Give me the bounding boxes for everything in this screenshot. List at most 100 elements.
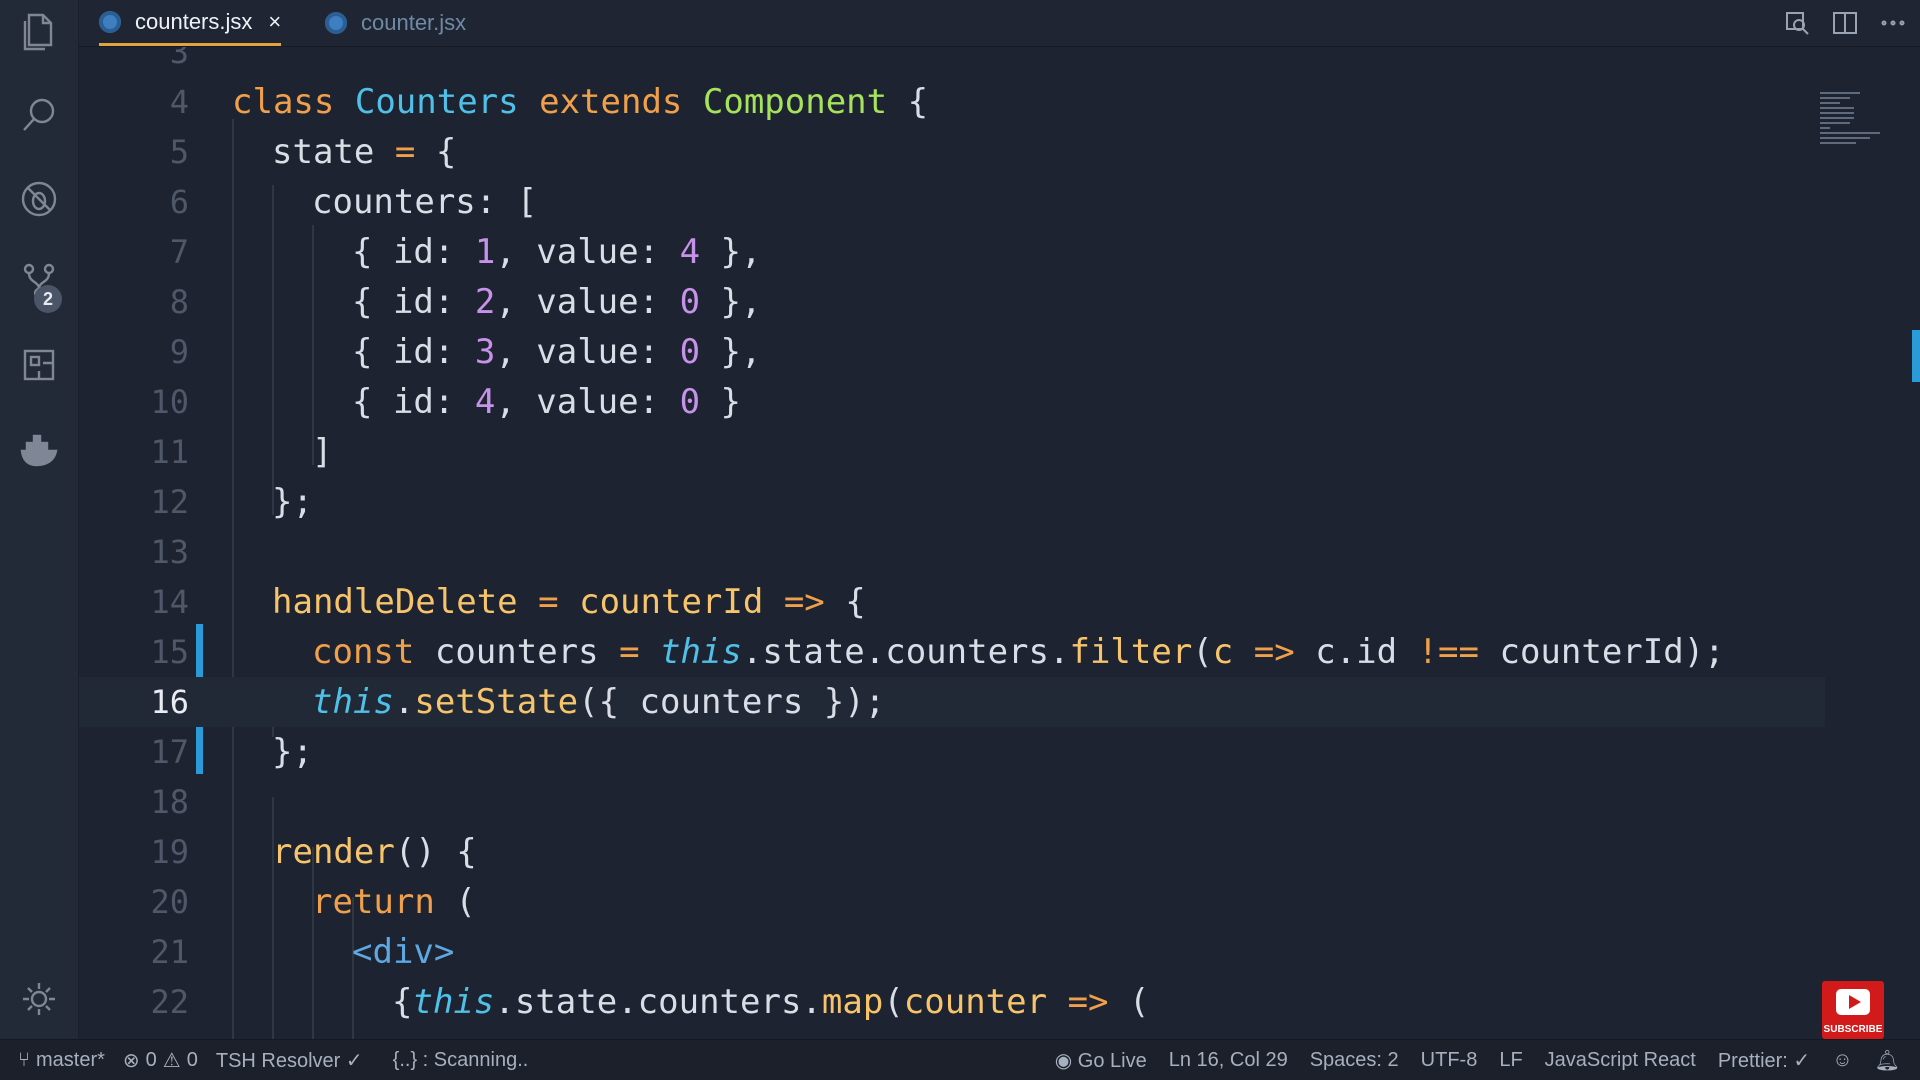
warning-icon: ⚠: [162, 1049, 181, 1072]
tab-label: counters.jsx: [135, 8, 253, 34]
tsh-resolver[interactable]: TSH Resolver ✓: [216, 1048, 363, 1073]
source-control-icon[interactable]: 2: [0, 250, 78, 313]
code-line: 8 { id: 2, value: 0 },: [79, 277, 1920, 327]
minimap[interactable]: [1820, 92, 1900, 172]
token: , value:: [495, 332, 660, 372]
files-icon[interactable]: [0, 0, 78, 62]
line-number: 9: [169, 333, 189, 371]
indentation[interactable]: Spaces: 2: [1310, 1049, 1399, 1072]
more-actions-icon[interactable]: [1880, 10, 1906, 36]
token: {: [907, 82, 929, 122]
token: },: [700, 282, 762, 322]
token: c: [1212, 632, 1234, 672]
end-of-line[interactable]: LF: [1499, 1049, 1522, 1072]
problems-status[interactable]: ⊗ 0 ⚠ 0: [123, 1048, 198, 1073]
line-number: 14: [150, 583, 189, 621]
token: ]: [312, 432, 333, 472]
react-file-icon: [325, 12, 347, 34]
cursor-position[interactable]: Ln 16, Col 29: [1169, 1049, 1288, 1072]
search-icon[interactable]: [0, 84, 78, 146]
line-number: 18: [150, 783, 189, 821]
line-number: 3: [169, 47, 189, 71]
scm-badge: 2: [34, 285, 62, 313]
token: 1: [474, 232, 496, 272]
youtube-subscribe-button[interactable]: SUBSCRIBE: [1822, 981, 1884, 1039]
line-number: 21: [150, 933, 189, 971]
tab-counters-jsx[interactable]: counters.jsx ×: [99, 0, 282, 46]
scrollbar-marker[interactable]: [1912, 330, 1920, 382]
token: const: [312, 632, 415, 672]
token: , value:: [495, 282, 660, 322]
go-live-button[interactable]: ◉ Go Live: [1055, 1048, 1147, 1073]
code-line: 15 const counters = this.state.counters.…: [79, 627, 1920, 677]
prettier-status[interactable]: Prettier: ✓: [1718, 1048, 1810, 1073]
code-line: 18: [79, 777, 1920, 827]
token: 0: [679, 332, 701, 372]
debug-icon[interactable]: [0, 168, 78, 230]
broadcast-icon: ◉: [1054, 1049, 1078, 1072]
token: ({ counters });: [578, 682, 886, 722]
tab-counter-jsx[interactable]: counter.jsx: [325, 0, 466, 46]
editor-actions: [1784, 0, 1920, 46]
close-icon[interactable]: ×: [268, 9, 281, 35]
activity-bar: 2: [0, 0, 79, 1040]
line-number: 19: [150, 833, 189, 871]
status-bar: ⑂ master* ⊗ 0 ⚠ 0 TSH Resolver ✓ {..} : Scan…: [0, 1039, 1920, 1080]
token: 2: [474, 282, 496, 322]
code-editor[interactable]: 3 4 class Counters extends Component { 5…: [79, 47, 1920, 1040]
token: render: [272, 832, 395, 872]
token: .: [393, 682, 415, 722]
subscribe-label: SUBSCRIBE: [1823, 1024, 1883, 1035]
line-number: 17: [150, 733, 189, 771]
token: { id:: [352, 282, 455, 322]
branch-icon: ⑂: [18, 1048, 30, 1071]
open-preview-icon[interactable]: [1784, 10, 1810, 36]
token: },: [700, 232, 762, 272]
error-count: 0: [145, 1048, 157, 1071]
token: (: [1129, 982, 1150, 1022]
token: {: [845, 582, 866, 622]
gear-icon[interactable]: [0, 968, 78, 1030]
token: handleDelete: [272, 582, 518, 622]
token: .state.counters.: [494, 982, 822, 1022]
token: c.id: [1315, 632, 1398, 672]
line-number: 8: [169, 283, 189, 321]
code-line: 6 counters: [: [79, 177, 1920, 227]
token: =>: [1253, 632, 1295, 672]
token: =: [538, 582, 559, 622]
extensions-icon[interactable]: [0, 334, 78, 396]
split-editor-icon[interactable]: [1832, 10, 1858, 36]
token: Component: [702, 82, 888, 122]
code-line-current: 16 this.setState({ counters });: [79, 677, 1825, 727]
line-number: 13: [150, 533, 189, 571]
token: (: [883, 982, 904, 1022]
token: map: [821, 982, 884, 1022]
code-line: 3: [79, 47, 1920, 77]
token: =: [394, 132, 416, 172]
token: return: [312, 882, 435, 922]
code-line: 14 handleDelete = counterId => {: [79, 577, 1920, 627]
token: extends: [539, 82, 683, 122]
bell-icon[interactable]: 🔔︎: [1875, 1048, 1900, 1073]
branch-status[interactable]: ⑂ master*: [18, 1049, 105, 1072]
tab-bar: counters.jsx × counter.jsx: [79, 0, 1920, 47]
code-line: 11 ]: [79, 427, 1920, 477]
token: <div>: [352, 932, 455, 972]
token: counters: [434, 632, 599, 672]
token: =: [619, 632, 640, 672]
token: };: [272, 482, 313, 522]
code-line: 5 state = {: [79, 127, 1920, 177]
code-line: 7 { id: 1, value: 4 },: [79, 227, 1920, 277]
encoding[interactable]: UTF-8: [1421, 1049, 1478, 1072]
token: !==: [1417, 632, 1479, 672]
token: counterId);: [1499, 632, 1725, 672]
language-mode[interactable]: JavaScript React: [1545, 1049, 1696, 1072]
code-line: 20 return (: [79, 877, 1920, 927]
feedback-icon[interactable]: ☺: [1832, 1049, 1852, 1072]
docker-icon[interactable]: [0, 418, 78, 480]
tab-label: counter.jsx: [361, 10, 467, 35]
token: filter: [1069, 632, 1193, 672]
line-number: 20: [150, 883, 189, 921]
code-line: 22 {this.state.counters.map(counter => (: [79, 977, 1920, 1027]
token: =>: [1067, 982, 1109, 1022]
